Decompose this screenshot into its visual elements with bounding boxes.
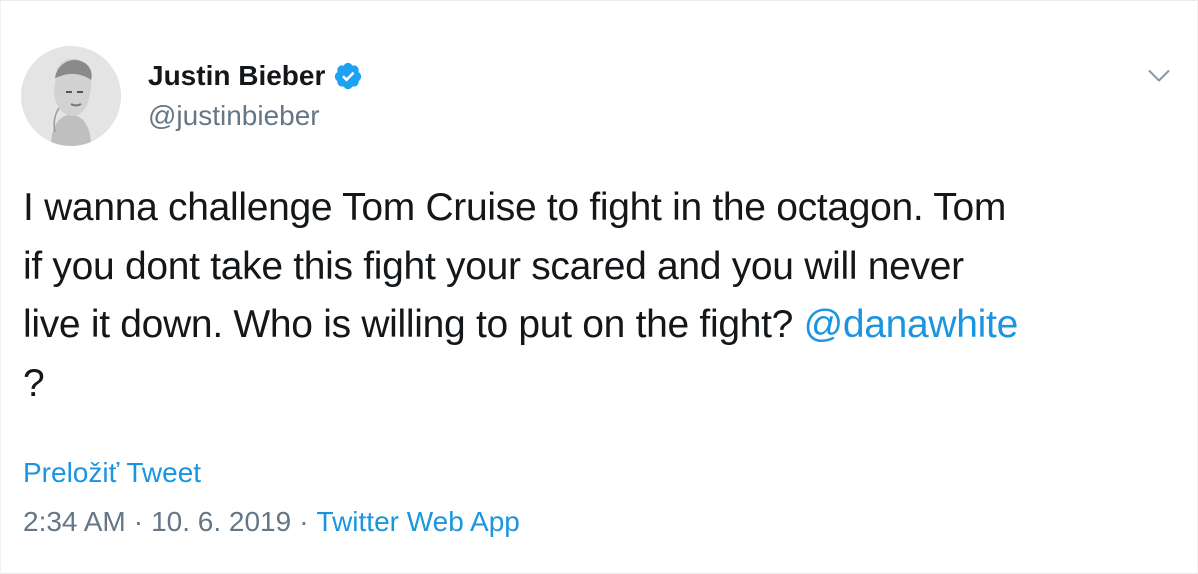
mention-link[interactable]: @danawhite: [804, 303, 1019, 346]
display-name[interactable]: Justin Bieber: [148, 59, 325, 93]
tweet-card: Justin Bieber @justinbieber I wanna chal…: [0, 0, 1198, 574]
translate-tweet-link[interactable]: Preložiť Tweet: [23, 456, 201, 490]
more-options-button[interactable]: [1139, 59, 1179, 93]
tweet-text: I wanna challenge Tom Cruise to fight in…: [23, 179, 1183, 413]
chevron-down-icon: [1148, 70, 1170, 82]
username[interactable]: @justinbieber: [148, 99, 320, 133]
tweet-time: 2:34 AM: [23, 506, 126, 537]
verified-badge-icon: [335, 62, 362, 90]
tweet-metadata: 2:34 AM · 10. 6. 2019 · Twitter Web App: [23, 505, 520, 539]
tweet-text-segment: live it down. Who is willing to put on t…: [23, 303, 804, 346]
timestamp-link[interactable]: 2:34 AM · 10. 6. 2019: [23, 505, 291, 539]
avatar-image: [21, 46, 121, 146]
avatar[interactable]: [21, 46, 121, 146]
tweet-text-line: I wanna challenge Tom Cruise to fight in…: [23, 186, 1007, 229]
tweet-text-line: ?: [23, 361, 45, 405]
separator: ·: [133, 506, 144, 537]
source-app-link[interactable]: Twitter Web App: [317, 505, 520, 539]
tweet-date: 10. 6. 2019: [151, 506, 292, 537]
author-name-row[interactable]: Justin Bieber: [148, 59, 363, 93]
tweet-text-line: live it down. Who is willing to put on t…: [23, 296, 1183, 355]
separator: ·: [299, 506, 309, 537]
tweet-text-line: if you dont take this fight your scared …: [23, 244, 964, 288]
